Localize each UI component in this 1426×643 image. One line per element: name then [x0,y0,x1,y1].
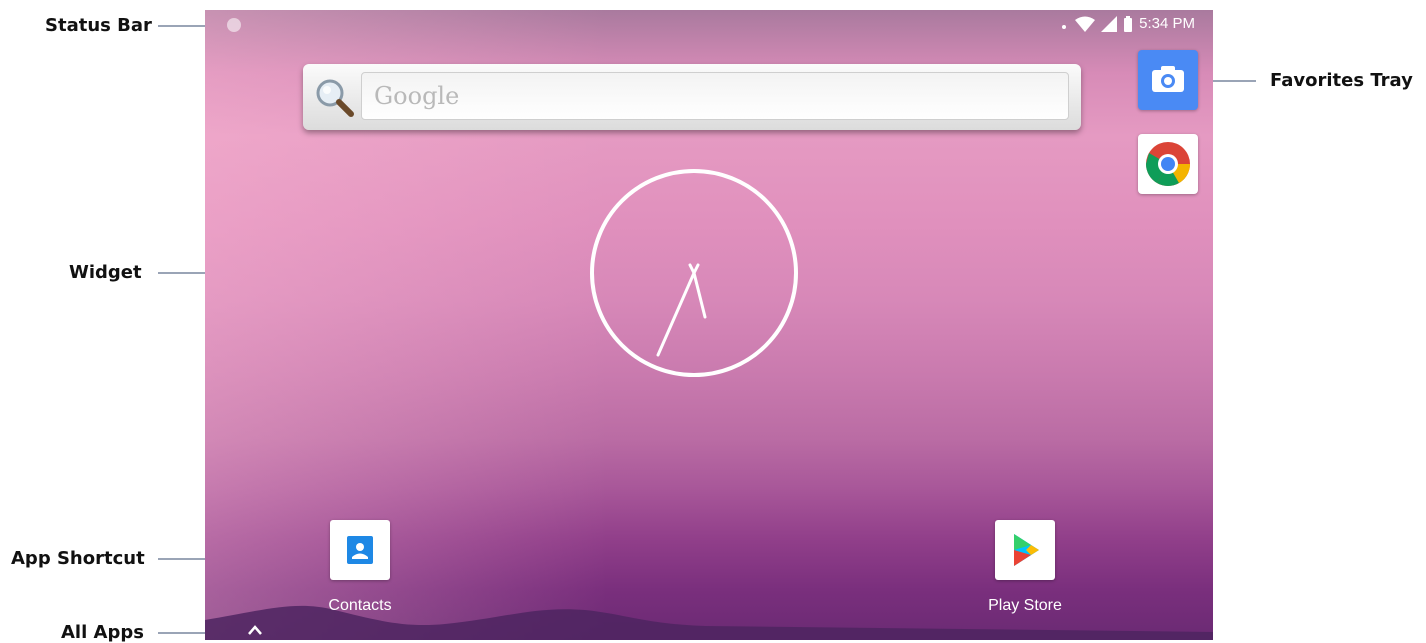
wifi-icon [1075,16,1096,32]
home-screen: 5:34 PM Google Contacts Play Store [205,10,1213,640]
label-status-bar: Status Bar [45,15,152,36]
contacts-shortcut[interactable] [330,520,390,580]
camera-app-button[interactable] [1138,50,1198,110]
status-time: 5:34 PM [1139,15,1195,32]
label-app-shortcut: App Shortcut [11,548,145,569]
contacts-label[interactable]: Contacts [300,597,420,615]
camera-icon [1152,66,1184,92]
play-store-icon [1014,534,1039,566]
chrome-icon [1146,142,1190,186]
play-store-shortcut[interactable] [995,520,1055,580]
leader-status-bar [158,25,206,27]
cell-signal-icon [1101,15,1118,32]
label-favorites-tray: Favorites Tray [1270,70,1413,91]
status-bar: 5:34 PM [205,10,1213,38]
battery-icon [1124,15,1133,32]
notification-dot-icon [227,18,241,32]
magnifier-icon[interactable] [313,76,355,118]
google-search-widget[interactable]: Google [303,64,1081,130]
contacts-icon [347,536,373,564]
chevron-up-icon[interactable] [247,624,263,636]
data-arrows-icon [1062,24,1067,29]
label-widget: Widget [69,262,142,283]
chrome-app-button[interactable] [1138,134,1198,194]
clock-icon[interactable] [588,167,800,379]
play-store-label[interactable]: Play Store [965,597,1085,615]
search-input[interactable]: Google [361,72,1069,120]
